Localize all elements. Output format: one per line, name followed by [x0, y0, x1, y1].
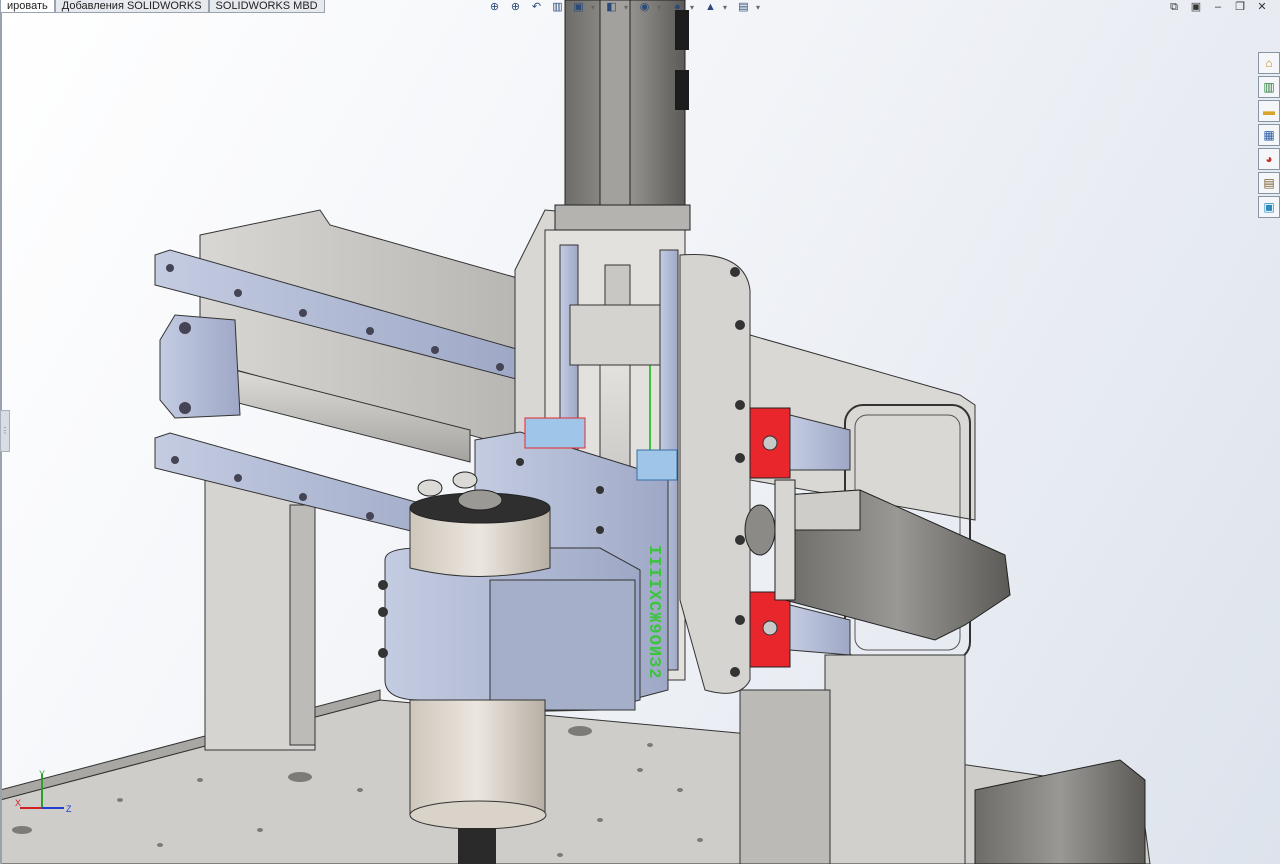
view-palette-icon[interactable]: ▦ — [1258, 124, 1280, 146]
tile-icon[interactable]: ⧉ — [1166, 0, 1182, 14]
triad-x-label: X — [15, 798, 21, 808]
restore-icon[interactable]: ▣ — [1188, 0, 1204, 14]
edit-appearance-icon[interactable]: ● — [669, 0, 686, 14]
view-orientation-icon[interactable]: ▣ — [570, 0, 587, 14]
design-library-icon[interactable]: ▥ — [1258, 76, 1280, 98]
left-upright-inner — [289, 504, 316, 746]
chevron-down-icon[interactable]: ▾ — [723, 3, 731, 12]
tab-solidworks-addins[interactable]: Добавления SOLIDWORKS — [54, 0, 209, 13]
chevron-down-icon[interactable]: ▾ — [690, 3, 698, 12]
chevron-down-icon[interactable]: ▾ — [756, 3, 764, 12]
z-carriage-block-right — [636, 449, 678, 481]
zoom-area-icon[interactable]: ⊕ — [507, 0, 524, 14]
graphics-area[interactable]: IIIIXCЖ9ОИЗ2 ировать Добавления SOLIDWOR… — [0, 0, 1280, 864]
command-manager-tabs: ировать Добавления SOLIDWORKS SOLIDWORKS… — [0, 0, 325, 13]
zoom-to-fit-icon[interactable]: ⊕ — [486, 0, 503, 14]
reference-triad: Y X Z — [15, 769, 72, 814]
heads-up-view-toolbar: ⊕ ⊕ ↶ ▥ ▣ ▾ ◧ ▾ ◉ ▾ ● ▾ ▲ ▾ ▤ ▾ — [486, 0, 764, 14]
section-view-icon[interactable]: ▥ — [549, 0, 566, 14]
spindle-collet — [458, 828, 496, 864]
triad-z-label: Z — [66, 804, 72, 814]
cnc-router-model[interactable]: IIIIXCЖ9ОИЗ2 — [0, 0, 1280, 864]
chevron-down-icon[interactable]: ▾ — [624, 3, 632, 12]
apply-scene-icon[interactable]: ▲ — [702, 0, 719, 14]
right-upright — [824, 654, 966, 864]
z-carriage-block-left — [524, 417, 586, 449]
chevron-down-icon[interactable]: ▾ — [657, 3, 665, 12]
feature-manager-collapse-handle[interactable]: ⋮ — [0, 410, 10, 452]
right-upright-side — [739, 689, 831, 864]
tab-evaluate[interactable]: ировать — [0, 0, 55, 13]
task-pane-tabs: ⌂ ▥ ▬ ▦ ◕ ▤ ▣ — [1258, 52, 1280, 218]
appearances-icon[interactable]: ◕ — [1258, 148, 1280, 170]
view-settings-icon[interactable]: ▤ — [735, 0, 752, 14]
forum-icon[interactable]: ▣ — [1258, 196, 1280, 218]
plate-engraving: IIIIXCЖ9ОИЗ2 — [644, 545, 663, 679]
coupling — [604, 264, 631, 311]
minimize-icon[interactable]: – — [1210, 0, 1226, 14]
motor-mount — [569, 304, 661, 366]
custom-properties-icon[interactable]: ▤ — [1258, 172, 1280, 194]
screw-support-bearing — [159, 314, 241, 419]
maximize-icon[interactable]: ❐ — [1232, 0, 1248, 14]
window-controls: ⧉ ▣ – ❐ ✕ — [1166, 0, 1270, 14]
display-style-icon[interactable]: ◧ — [603, 0, 620, 14]
hide-show-icon[interactable]: ◉ — [636, 0, 653, 14]
triad-y-label: Y — [39, 769, 45, 779]
close-icon[interactable]: ✕ — [1254, 0, 1270, 14]
previous-view-icon[interactable]: ↶ — [528, 0, 545, 14]
home-icon[interactable]: ⌂ — [1258, 52, 1280, 74]
tab-solidworks-mbd[interactable]: SOLIDWORKS MBD — [208, 0, 325, 13]
chevron-down-icon[interactable]: ▾ — [591, 3, 599, 12]
file-explorer-icon[interactable]: ▬ — [1258, 100, 1280, 122]
